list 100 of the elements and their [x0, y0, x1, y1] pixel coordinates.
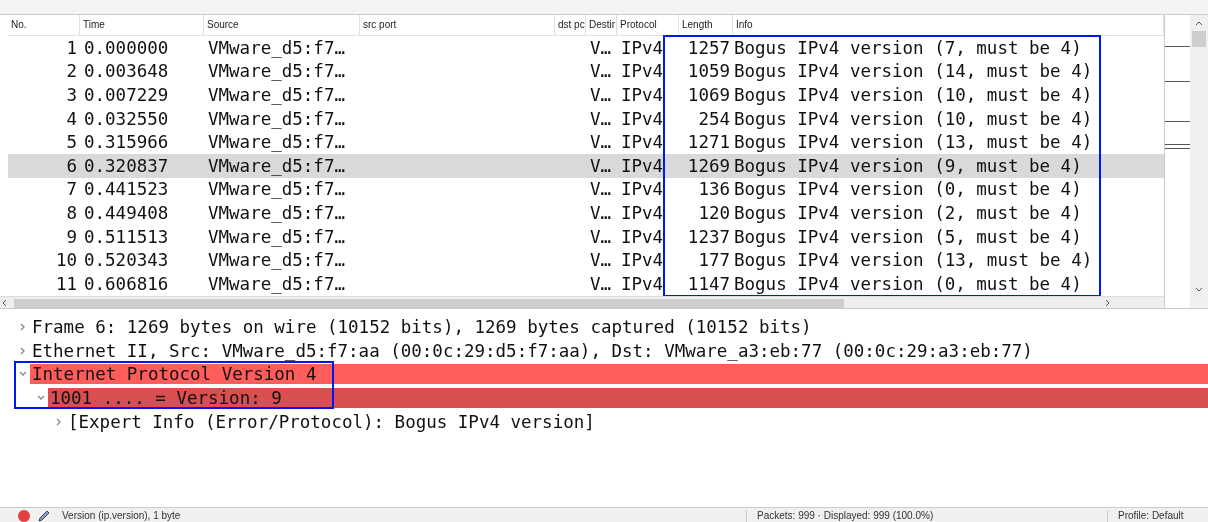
table-cell-text: VMware_d5:f7… [207, 132, 346, 153]
table-cell-text: 8 [65, 202, 78, 223]
scrollbar-thumb[interactable] [14, 298, 844, 308]
table-cell-text: VMware_d5:f7… [207, 250, 346, 271]
table-cell-text: VMware_d5:f7… [207, 273, 346, 294]
table-cell-text: Bogus IPv4 version (7, must be 4) [733, 37, 1083, 58]
packet-row[interactable]: 4 0.032550 VMware_d5:f7… V… IPv4 254 Bogus IPv4 version (10, must be 4) [8, 106, 1164, 131]
table-cell-text: V… [589, 132, 613, 153]
packet-row[interactable]: 11 0.606816 VMware_d5:f7… V… IPv4 1147 Bogus IPv4 version (0, must be 4) [8, 271, 1164, 296]
table-cell-text: 177 [697, 250, 731, 271]
table-cell-text: 7 [65, 179, 78, 200]
table-cell-text: 0.511513 [83, 226, 170, 247]
table-cell-text: Bogus IPv4 version (9, must be 4) [733, 155, 1083, 176]
table-cell-text: VMware_d5:f7… [207, 179, 346, 200]
expert-info-icon[interactable] [18, 510, 30, 522]
table-cell-text: 0.315966 [83, 132, 170, 153]
packet-row[interactable]: 3 0.007229 VMware_d5:f7… V… IPv4 1069 Bogus IPv4 version (10, must be 4) [8, 83, 1164, 107]
table-cell-text: 10 [54, 250, 78, 271]
table-cell-text: Bogus IPv4 version (5, must be 4) [733, 226, 1083, 247]
table-cell-text: 1237 [686, 226, 731, 247]
table-cell-text: 120 [697, 202, 731, 223]
table-cell-text: IPv4 [620, 132, 665, 153]
table-cell-text: 0.606816 [83, 273, 170, 294]
table-cell-text: 0.449408 [83, 202, 170, 223]
table-cell-text: 2 [65, 61, 78, 82]
column-header[interactable]: Length [679, 15, 733, 35]
table-cell-text: Bogus IPv4 version (13, must be 4) [733, 132, 1094, 153]
column-header[interactable]: Protocol [617, 15, 679, 35]
table-cell-text: V… [589, 273, 613, 294]
table-cell-text: VMware_d5:f7… [207, 108, 346, 129]
table-cell-text: Bogus IPv4 version (14, must be 4) [733, 61, 1094, 82]
packet-row[interactable]: 6 0.320837 VMware_d5:f7… V… IPv4 1269 Bogus IPv4 version (9, must be 4) [8, 153, 1164, 178]
table-cell-text: 0.032550 [83, 108, 170, 129]
packet-row[interactable]: 7 0.441523 VMware_d5:f7… V… IPv4 136 Bogus IPv4 version (0, must be 4) [8, 177, 1164, 202]
table-cell-text: 3 [65, 85, 78, 105]
packet-count-text: Packets: 999 · Displayed: 999 (100.0%) [746, 510, 1107, 522]
table-cell-text: V… [589, 226, 613, 247]
column-header[interactable]: src port [360, 15, 555, 35]
table-cell-text: 5 [65, 132, 78, 153]
table-cell-text: Bogus IPv4 version (0, must be 4) [733, 273, 1083, 294]
table-cell-text: 1147 [686, 273, 731, 294]
table-cell-text: VMware_d5:f7… [207, 85, 346, 105]
horizontal-scrollbar[interactable] [0, 295, 1164, 308]
table-cell-text: V… [589, 85, 613, 105]
detail-tree-item[interactable]: Ethernet II, Src: VMware_d5:f7:aa (00:0c:29:d5:f7:aa), Dst: VMware_a3:eb:77 (00:0c:29:a3:eb:77) [30, 340, 1208, 361]
table-cell-text: V… [589, 250, 613, 271]
table-cell-text: Bogus IPv4 version (10, must be 4) [733, 85, 1094, 105]
table-cell-text: 1 [65, 37, 78, 58]
table-cell-text: V… [589, 179, 613, 200]
table-cell-text: 4 [65, 108, 78, 129]
table-cell-text: 1269 [686, 155, 731, 176]
column-header[interactable]: Source [204, 15, 360, 35]
table-cell-text: 0.007229 [83, 85, 170, 105]
table-cell-text: IPv4 [620, 202, 665, 223]
table-cell-text: IPv4 [620, 250, 665, 271]
scrollbar-thumb[interactable] [1192, 31, 1206, 47]
table-cell-text: IPv4 [620, 61, 665, 82]
table-cell-text: 0.003648 [83, 61, 170, 82]
detail-tree-item[interactable]: [Expert Info (Error/Protocol): Bogus IPv4 version] [66, 412, 1208, 433]
detail-tree-item[interactable]: Frame 6: 1269 bytes on wire (10152 bits), 1269 bytes captured (10152 bits) [30, 316, 1208, 337]
table-cell-text: 254 [697, 108, 731, 129]
table-cell-text: Bogus IPv4 version (2, must be 4) [733, 202, 1083, 223]
table-cell-text: 1059 [686, 61, 731, 82]
table-cell-text: 0.441523 [83, 179, 170, 200]
table-cell-text: 6 [65, 155, 78, 176]
table-cell-text: VMware_d5:f7… [207, 202, 346, 223]
status-field-text: Version (ip.version), 1 byte [62, 510, 182, 522]
packet-row[interactable]: 8 0.449408 VMware_d5:f7… V… IPv4 120 Bogus IPv4 version (2, must be 4) [8, 201, 1164, 225]
pencil-icon[interactable] [38, 510, 50, 522]
packet-row[interactable]: 5 0.315966 VMware_d5:f7… V… IPv4 1271 Bogus IPv4 version (13, must be 4) [8, 130, 1164, 154]
table-cell-text: V… [589, 108, 613, 129]
table-cell-text: Bogus IPv4 version (10, must be 4) [733, 108, 1094, 129]
table-cell-text: 9 [65, 226, 78, 247]
table-cell-text: V… [589, 155, 613, 176]
packet-row[interactable]: 2 0.003648 VMware_d5:f7… V… IPv4 1059 Bogus IPv4 version (14, must be 4) [8, 59, 1164, 84]
packet-row[interactable]: 10 0.520343 VMware_d5:f7… V… IPv4 177 Bogus IPv4 version (13, must be 4) [8, 248, 1164, 272]
table-cell-text: IPv4 [620, 108, 665, 129]
table-cell-text: V… [589, 37, 613, 58]
profile-text[interactable]: Profile: Default [1107, 510, 1208, 522]
table-cell-text: 0.000000 [83, 37, 170, 58]
table-cell-text: IPv4 [620, 155, 665, 176]
table-cell-text: 1271 [686, 132, 731, 153]
table-cell-text: VMware_d5:f7… [207, 226, 346, 247]
table-cell-text: V… [589, 202, 613, 223]
column-header[interactable]: Destir [586, 15, 617, 35]
table-cell-text: VMware_d5:f7… [207, 155, 346, 176]
packet-row[interactable]: 1 0.000000 VMware_d5:f7… V… IPv4 1257 Bogus IPv4 version (7, must be 4) [8, 36, 1164, 60]
detail-tree-item[interactable]: Internet Protocol Version 4 [30, 364, 1208, 385]
column-header[interactable]: dst pc [555, 15, 586, 35]
table-cell-text: V… [589, 61, 613, 82]
table-cell-text: Bogus IPv4 version (0, must be 4) [733, 179, 1083, 200]
column-header[interactable]: No. [8, 15, 80, 35]
table-cell-text: Bogus IPv4 version (13, must be 4) [733, 250, 1094, 271]
packet-row[interactable]: 9 0.511513 VMware_d5:f7… V… IPv4 1237 Bogus IPv4 version (5, must be 4) [8, 224, 1164, 249]
table-cell-text: IPv4 [620, 273, 665, 294]
vertical-scrollbar[interactable] [1190, 15, 1208, 308]
column-header[interactable]: Time [80, 15, 204, 35]
table-cell-text: IPv4 [620, 179, 665, 200]
detail-tree-item[interactable]: 1001 .... = Version: 9 [48, 388, 1208, 409]
table-cell-text: 136 [697, 179, 731, 200]
